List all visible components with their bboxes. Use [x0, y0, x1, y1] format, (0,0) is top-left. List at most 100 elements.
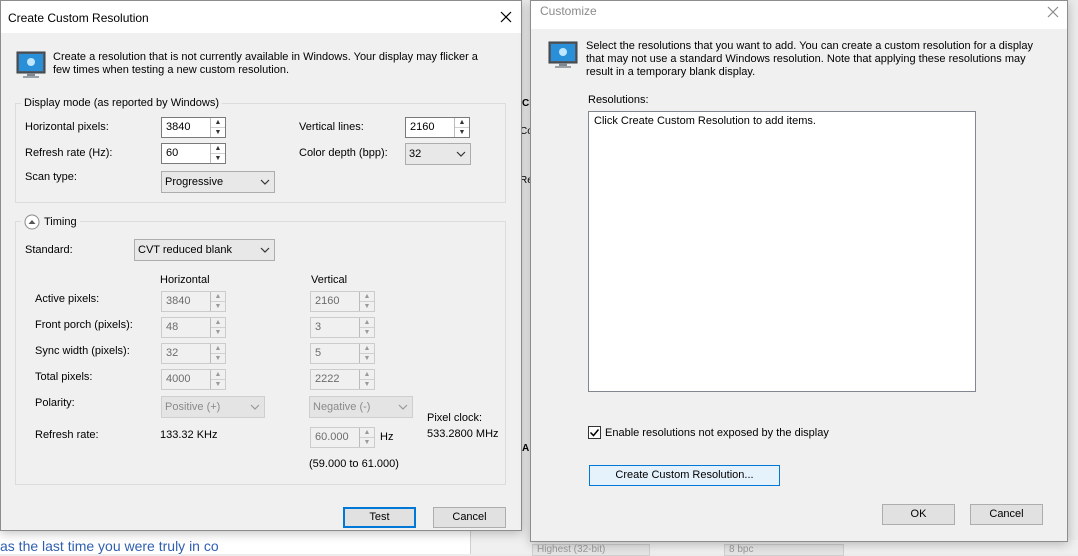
- close-icon: [1047, 6, 1059, 18]
- spin-up-icon[interactable]: ▲: [360, 428, 374, 438]
- ok-button[interactable]: OK: [882, 504, 955, 525]
- polarity-h-select[interactable]: Positive (+): [161, 396, 265, 418]
- spin-down-icon[interactable]: ▼: [211, 354, 225, 363]
- horizontal-refresh-value: 133.32 KHz: [160, 429, 218, 441]
- vertical-lines-stepper[interactable]: 2160 ▲ ▼: [405, 117, 470, 138]
- front-porch-h-value: 48: [166, 321, 179, 333]
- spin-up-icon[interactable]: ▲: [211, 292, 225, 302]
- standard-select[interactable]: CVT reduced blank: [134, 239, 275, 261]
- front-porch-label: Front porch (pixels):: [35, 319, 133, 331]
- polarity-v-value: Negative (-): [313, 401, 371, 413]
- background-fragment: A: [522, 443, 530, 454]
- spin-up-icon[interactable]: ▲: [211, 144, 225, 154]
- background-select: Highest (32-bit): [532, 544, 650, 556]
- chevron-down-icon: [256, 247, 274, 253]
- spin-down-icon[interactable]: ▼: [211, 128, 225, 137]
- spin-down-icon[interactable]: ▼: [211, 380, 225, 389]
- polarity-v-select[interactable]: Negative (-): [309, 396, 413, 418]
- horizontal-pixels-value: 3840: [166, 121, 191, 133]
- spin-down-icon[interactable]: ▼: [211, 154, 225, 163]
- title-bar: Create Custom Resolution: [1, 1, 521, 33]
- vertical-refresh-value: 60.000: [315, 431, 349, 443]
- close-button[interactable]: [491, 1, 521, 33]
- spin-up-icon[interactable]: ▲: [211, 318, 225, 328]
- spin-down-icon[interactable]: ▼: [211, 302, 225, 311]
- dialog-title: Create Custom Resolution: [8, 11, 149, 25]
- create-custom-resolution-button[interactable]: Create Custom Resolution...: [589, 465, 780, 486]
- cancel-button[interactable]: Cancel: [970, 504, 1043, 525]
- refresh-range-text: (59.000 to 61.000): [309, 458, 399, 470]
- spin-down-icon[interactable]: ▼: [360, 380, 374, 389]
- dialog-title: Customize: [540, 4, 597, 18]
- create-custom-resolution-dialog: Create Custom Resolution Create a resolu…: [0, 0, 522, 531]
- collapse-icon: [24, 214, 40, 230]
- active-pixels-h-stepper[interactable]: 3840 ▲ ▼: [161, 291, 226, 312]
- timing-caption-label: Timing: [44, 216, 77, 228]
- vertical-lines-value: 2160: [410, 121, 435, 133]
- sync-width-label: Sync width (pixels):: [35, 345, 130, 357]
- list-placeholder: Click Create Custom Resolution to add it…: [594, 115, 816, 127]
- pixel-clock-label: Pixel clock:: [427, 412, 483, 424]
- total-pixels-h-value: 4000: [166, 373, 191, 385]
- spin-up-icon[interactable]: ▲: [211, 370, 225, 380]
- scan-type-label: Scan type:: [25, 171, 77, 183]
- horizontal-pixels-stepper[interactable]: 3840 ▲ ▼: [161, 117, 226, 138]
- active-pixels-v-stepper[interactable]: 2160 ▲ ▼: [310, 291, 375, 312]
- scan-type-select[interactable]: Progressive: [161, 171, 275, 193]
- spin-up-icon[interactable]: ▲: [455, 118, 469, 128]
- spin-up-icon[interactable]: ▲: [211, 118, 225, 128]
- background-text: as the last time you were truly in co: [0, 538, 219, 554]
- spin-down-icon[interactable]: ▼: [360, 354, 374, 363]
- hz-unit-label: Hz: [380, 431, 394, 443]
- spin-up-icon[interactable]: ▲: [360, 292, 374, 302]
- timing-caption[interactable]: Timing: [21, 214, 80, 230]
- monitor-icon: [548, 41, 578, 68]
- enable-resolutions-checkbox[interactable]: Enable resolutions not exposed by the di…: [588, 426, 829, 439]
- sync-width-h-value: 32: [166, 347, 179, 359]
- polarity-label: Polarity:: [35, 397, 75, 409]
- enable-resolutions-label: Enable resolutions not exposed by the di…: [605, 426, 829, 439]
- cancel-button[interactable]: Cancel: [433, 507, 506, 528]
- chevron-down-icon: [256, 179, 274, 185]
- active-pixels-h-value: 3840: [166, 295, 191, 307]
- sync-width-h-stepper[interactable]: 32 ▲ ▼: [161, 343, 226, 364]
- sync-width-v-stepper[interactable]: 5 ▲ ▼: [310, 343, 375, 364]
- test-button[interactable]: Test: [343, 507, 416, 528]
- standard-label: Standard:: [25, 244, 73, 256]
- spin-up-icon[interactable]: ▲: [360, 318, 374, 328]
- total-pixels-v-stepper[interactable]: 2222 ▲ ▼: [310, 369, 375, 390]
- total-pixels-h-stepper[interactable]: 4000 ▲ ▼: [161, 369, 226, 390]
- spin-up-icon[interactable]: ▲: [360, 344, 374, 354]
- spin-down-icon[interactable]: ▼: [360, 328, 374, 337]
- spin-down-icon[interactable]: ▼: [360, 438, 374, 447]
- color-depth-label: Color depth (bpp):: [299, 147, 388, 159]
- monitor-icon: [16, 51, 46, 78]
- close-button[interactable]: [1038, 1, 1068, 23]
- chevron-down-icon: [394, 404, 412, 410]
- front-porch-h-stepper[interactable]: 48 ▲ ▼: [161, 317, 226, 338]
- color-depth-select[interactable]: 32: [405, 143, 471, 165]
- vertical-refresh-stepper[interactable]: 60.000 ▲ ▼: [310, 427, 375, 448]
- refresh-rate-stepper[interactable]: 60 ▲ ▼: [161, 143, 226, 164]
- refresh-rate-value: 60: [166, 147, 179, 159]
- spin-down-icon[interactable]: ▼: [211, 328, 225, 337]
- pixel-clock-value: 533.2800 MHz: [427, 428, 499, 440]
- title-bar: Customize: [531, 1, 1067, 29]
- color-depth-value: 32: [409, 148, 422, 160]
- timing-refresh-label: Refresh rate:: [35, 429, 99, 441]
- resolutions-label: Resolutions:: [588, 94, 649, 106]
- resolutions-list[interactable]: Click Create Custom Resolution to add it…: [588, 111, 976, 392]
- spin-down-icon[interactable]: ▼: [360, 302, 374, 311]
- background-select: 8 bpc: [724, 544, 844, 556]
- vertical-lines-label: Vertical lines:: [299, 121, 364, 133]
- total-pixels-v-value: 2222: [315, 373, 340, 385]
- display-mode-caption: Display mode (as reported by Windows): [21, 97, 223, 109]
- spin-up-icon[interactable]: ▲: [211, 344, 225, 354]
- vertical-header: Vertical: [311, 274, 348, 286]
- spin-down-icon[interactable]: ▼: [455, 128, 469, 137]
- spin-up-icon[interactable]: ▲: [360, 370, 374, 380]
- checkbox-checked-icon: [588, 426, 601, 439]
- intro-text: Create a resolution that is not currentl…: [53, 51, 478, 76]
- front-porch-v-stepper[interactable]: 3 ▲ ▼: [310, 317, 375, 338]
- scan-type-value: Progressive: [165, 176, 224, 188]
